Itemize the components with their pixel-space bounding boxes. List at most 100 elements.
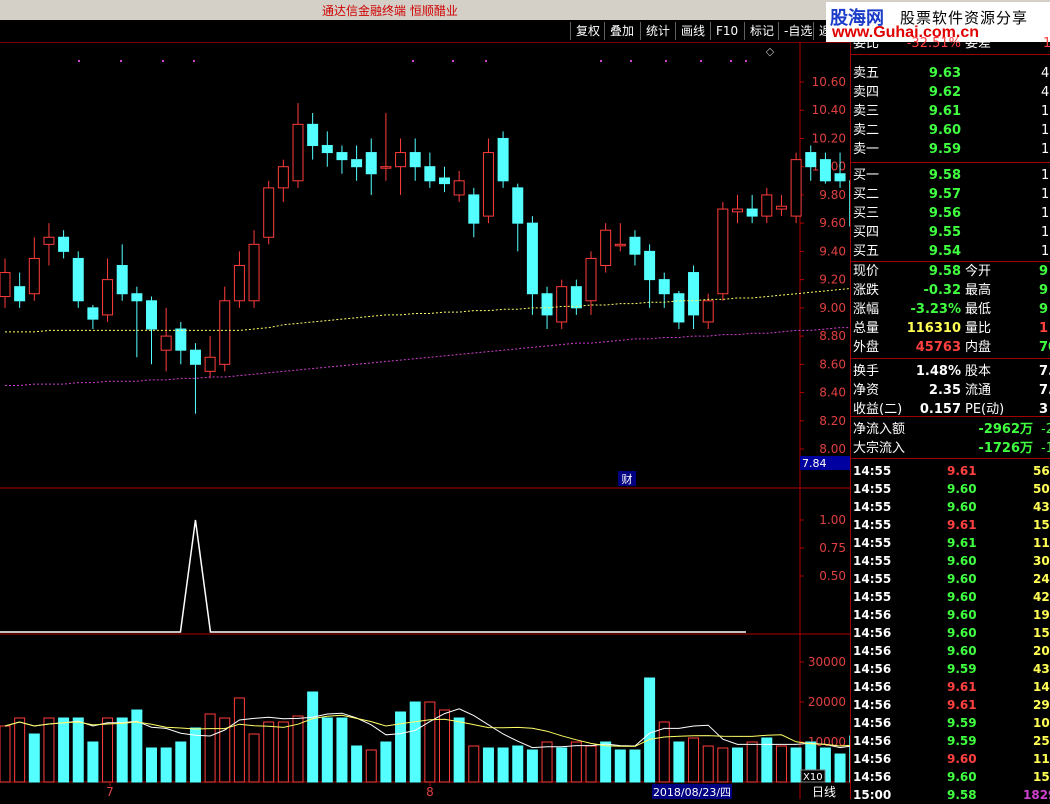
candle-body	[117, 266, 127, 294]
tick-volume: 10	[1033, 714, 1050, 732]
trade-tick-row: 14:559.6030	[851, 552, 1050, 570]
candle-body	[630, 237, 640, 254]
volume-bar	[366, 750, 376, 782]
tick-volume: 20	[1033, 642, 1050, 660]
ask-volume: 4	[1041, 83, 1049, 102]
candle-body	[205, 357, 215, 371]
statistics-button[interactable]: 统计	[640, 22, 675, 40]
stat-label: 总量	[853, 319, 879, 338]
tick-volume: 15	[1033, 624, 1050, 642]
trade-tick-row: 14:559.6050	[851, 480, 1050, 498]
tick-price: 9.61	[947, 462, 977, 480]
ask-label: 卖四	[853, 83, 879, 102]
volume-bar	[586, 746, 596, 782]
order-diff-label: 委差	[965, 34, 991, 53]
f10-button[interactable]: F10	[710, 22, 743, 40]
candle-body	[733, 209, 743, 212]
ask-label: 卖五	[853, 64, 879, 83]
volume-bar	[59, 718, 69, 782]
stat-label-2: 内盘	[965, 338, 991, 357]
signal-dot	[600, 60, 602, 62]
price-tick-label: 8.00	[819, 442, 846, 456]
signal-dot	[745, 60, 747, 62]
draw-line-button[interactable]: 画线	[675, 22, 710, 40]
tick-price: 9.60	[947, 768, 977, 786]
candle-body	[527, 223, 537, 294]
candle-body	[498, 138, 508, 180]
volume-bar	[513, 746, 523, 782]
tick-price: 9.60	[947, 480, 977, 498]
volume-bar	[176, 742, 186, 782]
candle-body	[747, 209, 757, 216]
restore-rights-button[interactable]: 复权	[570, 22, 605, 40]
stat-value-2: 9	[1039, 262, 1048, 281]
finance-marker: 财	[622, 472, 633, 486]
trade-tick-row: 14:559.6115	[851, 516, 1050, 534]
bid-label: 买四	[853, 223, 879, 242]
volume-bar	[674, 742, 684, 782]
kline-chart[interactable]: 10.6010.4010.2010.009.809.609.409.209.00…	[0, 42, 850, 799]
ask-price: 9.63	[929, 64, 961, 83]
ask-label: 卖一	[853, 140, 879, 159]
candle-body	[440, 178, 450, 184]
volume-bar	[542, 742, 552, 782]
volume-bar	[381, 742, 391, 782]
trade-tick-row: 14:569.6011	[851, 750, 1050, 768]
candle-body	[322, 146, 332, 153]
volume-bar	[15, 718, 25, 782]
candle-body	[147, 301, 157, 329]
candle-body	[176, 329, 186, 350]
bid-label: 买三	[853, 204, 879, 223]
volume-bar	[659, 722, 669, 782]
cursor-date-label: 2018/08/23/四	[653, 786, 731, 799]
volume-bar	[703, 746, 713, 782]
overlay-button[interactable]: 叠加	[604, 22, 639, 40]
stat-value-2: 7.8	[1039, 381, 1050, 400]
watchlist-button[interactable]: -自选	[778, 22, 817, 40]
candle-body	[483, 153, 493, 217]
order-ratio-row: 委比-32.51%委差1	[853, 34, 1050, 53]
candle-body	[689, 273, 699, 315]
price-tick-label: 10.60	[812, 75, 846, 89]
ask-row: 卖四9.624	[853, 83, 1050, 102]
tick-price: 9.60	[947, 624, 977, 642]
order-ratio-value: -32.51%	[907, 34, 961, 53]
chart-area[interactable]: 10.6010.4010.2010.009.809.609.409.209.00…	[0, 42, 850, 799]
ask-row: 卖二9.601	[853, 121, 1050, 140]
candle-body	[103, 280, 113, 315]
bid-label: 买一	[853, 166, 879, 185]
tick-time: 14:56	[853, 678, 891, 696]
fund-flow-row: 大宗流入-1726万-1	[853, 439, 1050, 458]
mark-button[interactable]: 标记	[744, 22, 779, 40]
volume-bar	[337, 718, 347, 782]
tick-volume: 56	[1033, 462, 1050, 480]
ma-line-magenta	[5, 328, 850, 386]
price-tick-label: 8.40	[819, 386, 846, 400]
stat-value-2: 7.8	[1039, 362, 1050, 381]
separator	[851, 416, 1050, 417]
tick-volume: 15	[1033, 516, 1050, 534]
tick-price: 9.60	[947, 750, 977, 768]
signal-dot	[120, 60, 122, 62]
ask-volume: 1	[1041, 102, 1049, 121]
candle-body	[601, 230, 611, 265]
trade-tick-row: 14:559.6042	[851, 588, 1050, 606]
candle-body	[278, 167, 288, 188]
price-tick-label: 8.60	[819, 357, 846, 371]
trade-tick-row: 14:569.6015	[851, 768, 1050, 786]
tick-time: 14:55	[853, 498, 891, 516]
trade-tick-row: 14:559.6043	[851, 498, 1050, 516]
signal-dot	[730, 60, 732, 62]
price-tick-label: 9.60	[819, 216, 846, 230]
volume-bar	[498, 748, 508, 782]
trade-tick-row: 14:559.6111	[851, 534, 1050, 552]
volume-bar	[73, 718, 83, 782]
volume-bar	[645, 678, 655, 782]
bid-price: 9.56	[929, 204, 961, 223]
volume-bar	[601, 742, 611, 782]
stat-value-2: 1	[1039, 319, 1048, 338]
volume-bar	[249, 734, 259, 782]
volume-bar	[776, 746, 786, 782]
tick-time: 14:56	[853, 624, 891, 642]
stat-label-2: 量比	[965, 319, 991, 338]
